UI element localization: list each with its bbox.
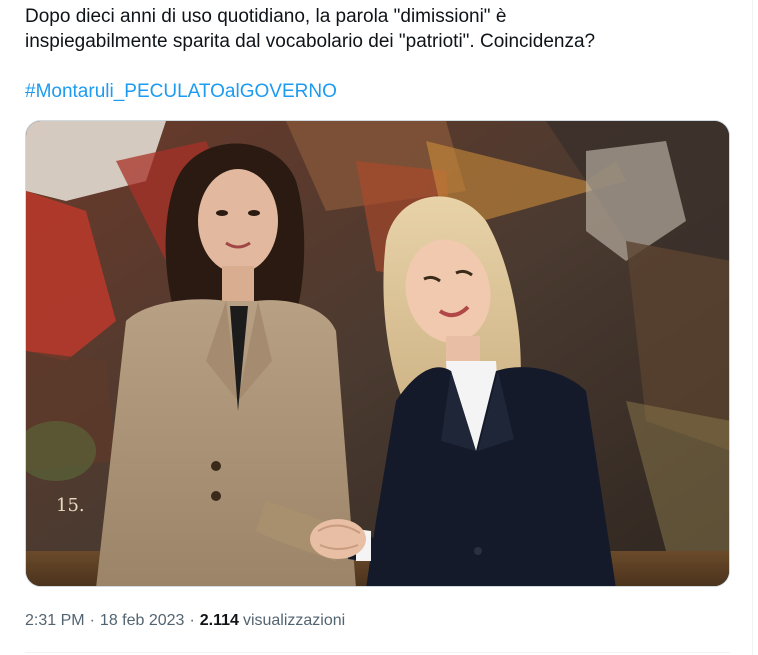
tweet-date[interactable]: 18 feb 2023 — [100, 612, 185, 629]
tweet-text-line: Dopo dieci anni di uso quotidiano, la pa… — [25, 6, 507, 27]
tweet-article: Dopo dieci anni di uso quotidiano, la pa… — [0, 0, 753, 655]
painting-number: 15. — [56, 495, 85, 516]
tweet-photo[interactable]: 15. — [25, 120, 730, 587]
meta-separator: · — [189, 612, 195, 629]
tweet-text-line: inspiegabilmente sparita dal vocabolario… — [25, 31, 596, 52]
meta-separator: · — [89, 612, 95, 629]
photo-illustration: 15. — [26, 121, 729, 586]
tweet-time[interactable]: 2:31 PM — [25, 612, 85, 629]
views-count[interactable]: 2.114 — [200, 612, 239, 629]
tweet-meta: 2:31 PM · 18 feb 2023 · 2.114 visualizzazioni — [25, 610, 345, 632]
tweet-text: Dopo dieci anni di uso quotidiano, la pa… — [25, 4, 725, 54]
hashtag-link[interactable]: #Montaruli_PECULATOalGOVERNO — [25, 79, 337, 104]
divider — [25, 652, 730, 653]
views-label: visualizzazioni — [242, 612, 346, 629]
